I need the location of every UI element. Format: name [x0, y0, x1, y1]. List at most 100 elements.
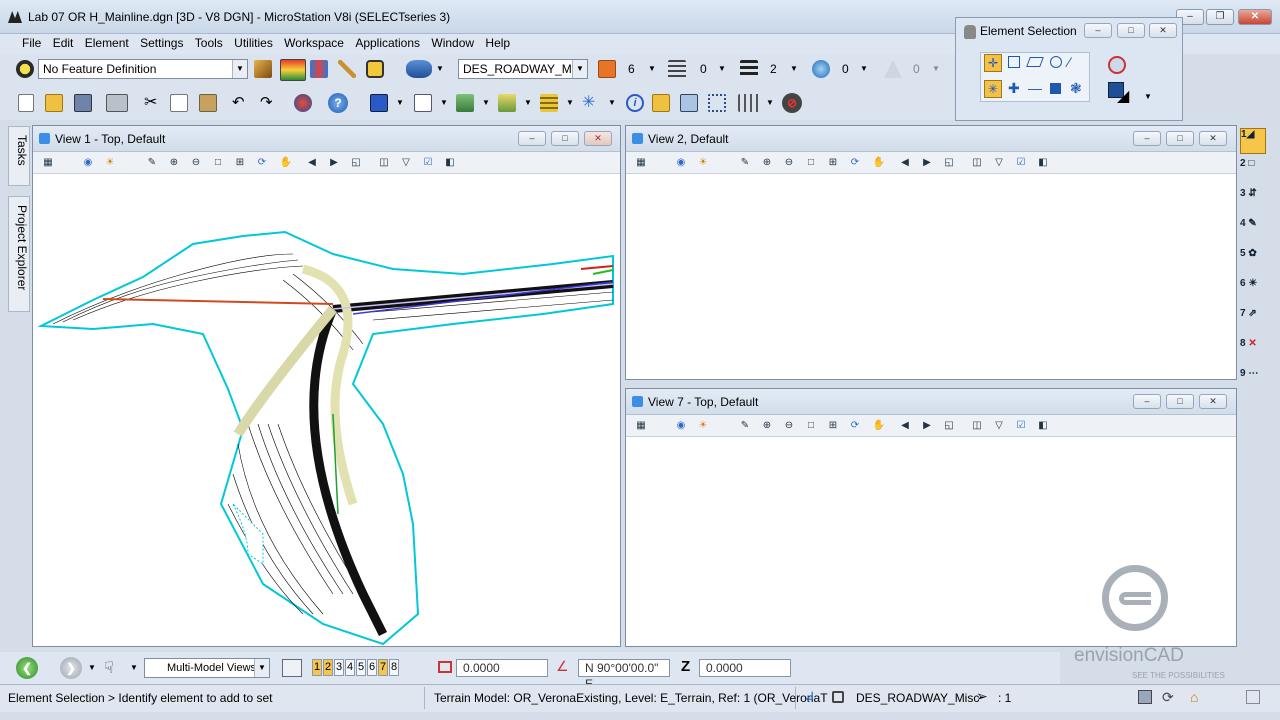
- attributes-tool[interactable]: 5 ✿: [1240, 248, 1266, 274]
- view-toggle-3[interactable]: 3: [334, 659, 344, 676]
- terrain-drawing[interactable]: [33, 174, 620, 646]
- element-selection-tool[interactable]: 1◢: [1240, 128, 1266, 154]
- accudraw-z-field[interactable]: 0.0000: [699, 659, 791, 677]
- window-area-icon[interactable]: □: [804, 419, 818, 433]
- info-icon[interactable]: i: [626, 94, 644, 112]
- display-style-icon[interactable]: ◉: [81, 156, 95, 170]
- rotate-view-icon[interactable]: ⟳: [848, 419, 862, 433]
- clip-volume-icon[interactable]: ◫: [377, 156, 391, 170]
- lighting-icon[interactable]: ☀: [103, 156, 117, 170]
- paste-icon[interactable]: [199, 94, 217, 112]
- view-2-minimize-button[interactable]: –: [1133, 131, 1161, 146]
- update-view-icon[interactable]: ✎: [738, 419, 752, 433]
- view-1-minimize-button[interactable]: –: [518, 131, 546, 146]
- view-2-restore-button[interactable]: □: [1166, 131, 1194, 146]
- chevron-down-icon[interactable]: ▼: [648, 64, 656, 73]
- workspace-icon[interactable]: [1246, 690, 1260, 704]
- lock-icon[interactable]: [366, 60, 384, 78]
- copy-view-icon[interactable]: ◱: [942, 156, 956, 170]
- status-message-area[interactable]: Terrain Model: OR_VeronaExisting, Level:…: [424, 687, 828, 709]
- line-style-icon[interactable]: [668, 60, 686, 78]
- view-toggle-2[interactable]: 2: [323, 659, 333, 676]
- chevron-down-icon[interactable]: ▼: [608, 98, 616, 107]
- update-view-icon[interactable]: ✎: [145, 156, 159, 170]
- update-view-icon[interactable]: ✎: [738, 156, 752, 170]
- line-select-icon[interactable]: ∕: [1068, 54, 1070, 70]
- clear-icon[interactable]: ❃: [1070, 80, 1082, 97]
- menu-help[interactable]: Help: [485, 34, 518, 52]
- help-icon[interactable]: ?: [328, 93, 348, 113]
- feature-lightbulb-icon[interactable]: [16, 60, 34, 78]
- document-icon[interactable]: [680, 94, 698, 112]
- level-display-icon[interactable]: [406, 60, 432, 78]
- zoom-out-icon[interactable]: ⊖: [782, 156, 796, 170]
- clip-mask-icon[interactable]: ▽: [992, 156, 1006, 170]
- zoom-in-icon[interactable]: ⊕: [760, 419, 774, 433]
- menu-settings[interactable]: Settings: [140, 34, 191, 52]
- view-1-close-button[interactable]: ✕: [584, 131, 612, 146]
- save-status-icon[interactable]: [1138, 690, 1152, 704]
- profile-icon[interactable]: [310, 60, 328, 78]
- levels-icon[interactable]: [540, 94, 558, 112]
- lighting-icon[interactable]: ☀: [696, 156, 710, 170]
- view-next-icon[interactable]: ▶: [327, 156, 341, 170]
- subtract-icon[interactable]: —: [1028, 80, 1042, 96]
- menu-applications[interactable]: Applications: [355, 34, 428, 52]
- feature-definition-dropdown[interactable]: No Feature Definition ▼: [38, 59, 248, 79]
- chevron-down-icon[interactable]: ▼: [130, 663, 138, 672]
- chevron-down-icon[interactable]: ▼: [396, 98, 404, 107]
- display-style-icon[interactable]: ◉: [674, 156, 688, 170]
- toggle-display-icon[interactable]: ◧: [1036, 419, 1050, 433]
- project-explorer-tab[interactable]: Project Explorer: [8, 196, 30, 312]
- measure-tool[interactable]: 9 ⋯: [1240, 368, 1266, 394]
- view-group-icon[interactable]: ☟: [104, 658, 114, 678]
- undo-icon[interactable]: ↶: [232, 93, 245, 111]
- menu-file[interactable]: File: [22, 34, 49, 52]
- view-attributes-icon[interactable]: ▦: [41, 156, 55, 170]
- cut-icon[interactable]: ✂: [144, 92, 157, 112]
- feature-icon[interactable]: ↲: [804, 689, 816, 706]
- active-color-icon[interactable]: [598, 60, 616, 78]
- status-level[interactable]: DES_ROADWAY_Misc: [856, 691, 979, 705]
- feature-tools-icon[interactable]: [254, 60, 272, 78]
- dialog-minimize-button[interactable]: –: [1084, 23, 1112, 38]
- pan-hand-icon[interactable]: ✋: [872, 156, 886, 170]
- menu-element[interactable]: Element: [85, 34, 137, 52]
- chevron-down-icon[interactable]: ▼: [482, 98, 490, 107]
- view-7-restore-button[interactable]: □: [1166, 394, 1194, 409]
- individual-select-icon[interactable]: ✛: [984, 54, 1002, 72]
- clip-mask-icon[interactable]: ▽: [992, 419, 1006, 433]
- menu-utilities[interactable]: Utilities: [234, 34, 281, 52]
- open-folder-icon[interactable]: [45, 94, 63, 112]
- fit-view-icon[interactable]: ⊞: [826, 419, 840, 433]
- invert-icon[interactable]: [1050, 83, 1061, 94]
- view-toggle-4[interactable]: 4: [345, 659, 355, 676]
- zoom-out-icon[interactable]: ⊖: [189, 156, 203, 170]
- copy-view-icon[interactable]: ◱: [942, 419, 956, 433]
- pan-hand-icon[interactable]: ✋: [279, 156, 293, 170]
- view-next-icon[interactable]: ▶: [920, 156, 934, 170]
- modify-tool[interactable]: 4 ✎: [1240, 218, 1266, 244]
- accudraw-x-field[interactable]: 0.0000: [456, 659, 548, 677]
- window-area-icon[interactable]: □: [211, 156, 225, 170]
- copy-icon[interactable]: [170, 94, 188, 112]
- pan-hand-icon[interactable]: ✋: [872, 419, 886, 433]
- view-windows-icon[interactable]: [282, 659, 302, 677]
- add-icon[interactable]: ✚: [1008, 80, 1020, 97]
- chevron-down-icon[interactable]: ▼: [88, 663, 96, 672]
- models-icon[interactable]: [498, 94, 516, 112]
- home-icon[interactable]: ⌂: [1190, 689, 1198, 705]
- view-7-minimize-button[interactable]: –: [1133, 394, 1161, 409]
- menu-workspace[interactable]: Workspace: [284, 34, 352, 52]
- chevron-down-icon[interactable]: ▼: [566, 98, 574, 107]
- redo-icon[interactable]: ↷: [260, 93, 273, 111]
- references-icon[interactable]: [414, 94, 432, 112]
- camera-icon[interactable]: ☑: [1014, 156, 1028, 170]
- chevron-down-icon[interactable]: ▼: [1144, 92, 1152, 101]
- refresh-icon[interactable]: ⟳: [1162, 689, 1174, 706]
- view-box-icon[interactable]: [370, 94, 388, 112]
- new-set-icon[interactable]: ✳: [984, 80, 1002, 98]
- tasks-tab[interactable]: Tasks: [8, 126, 30, 186]
- pencil-icon[interactable]: [338, 60, 356, 78]
- delete-tool[interactable]: 8 ✕: [1240, 338, 1266, 364]
